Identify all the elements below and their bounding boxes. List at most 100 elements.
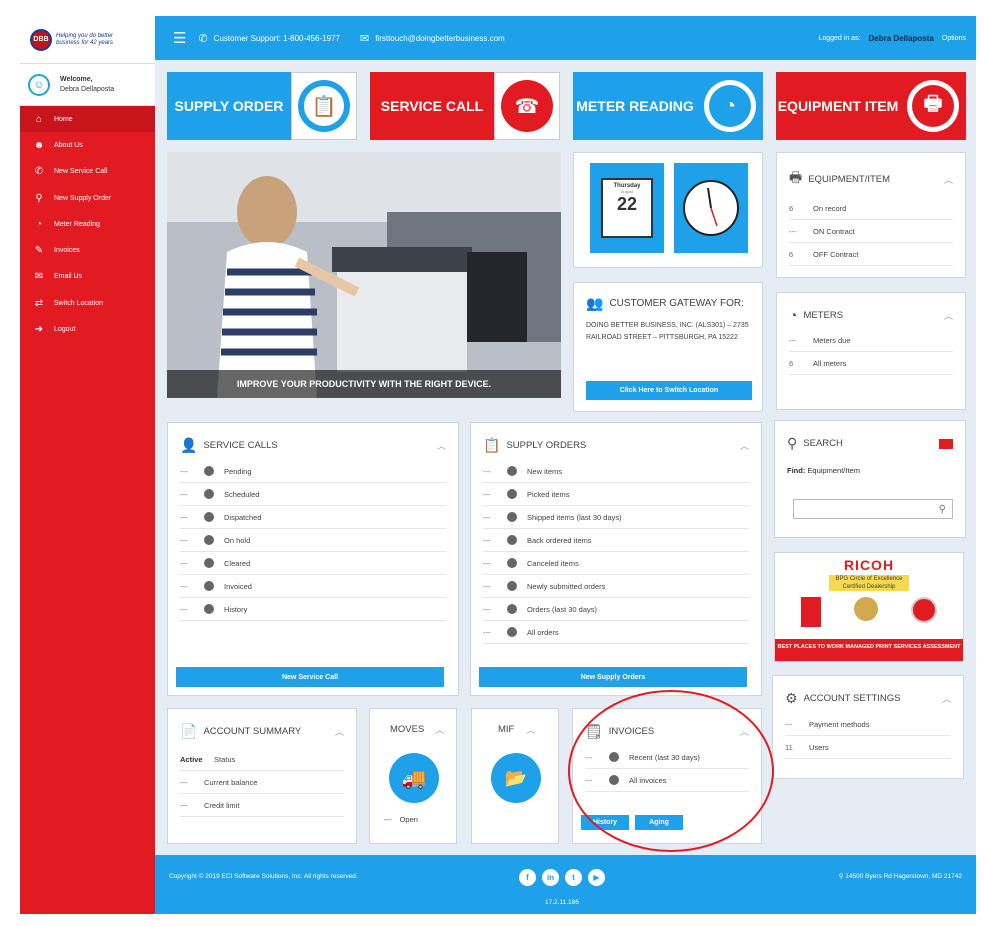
status-dot-icon: [204, 535, 214, 545]
list-item[interactable]: --- Dispatched: [180, 506, 446, 529]
list-item[interactable]: --- Back ordered items: [483, 529, 749, 552]
chevron-up-icon[interactable]: ︿: [335, 725, 344, 738]
list-item[interactable]: --- Current balance: [180, 771, 344, 794]
sidebar-item-about-us[interactable]: ☻ About Us: [20, 132, 155, 158]
sidebar-item-label: Home: [54, 115, 73, 123]
meter-reading-label: METER READING: [576, 98, 694, 114]
item-label: Canceled items: [527, 558, 579, 568]
social-icon[interactable]: in: [542, 869, 559, 886]
highlight-annotation: [568, 690, 774, 852]
meters-card: ◔ METERS ︿ --- Meters due 6 All meters: [776, 292, 966, 410]
supply-order-label: SUPPLY ORDER: [174, 98, 284, 114]
list-item[interactable]: 6 All meters: [789, 352, 953, 375]
list-item[interactable]: --- History: [180, 598, 446, 621]
status-dot-icon: [204, 466, 214, 476]
item-label: Pending: [224, 466, 252, 476]
sidebar-item-invoices[interactable]: ✎ Invoices: [20, 237, 155, 263]
folder-icon[interactable]: 📂: [491, 753, 541, 803]
list-item[interactable]: --- Pending: [180, 460, 446, 483]
item-label: ON Contract: [813, 226, 855, 236]
hamburger-menu-icon[interactable]: ☰: [173, 29, 186, 47]
list-item[interactable]: --- On hold: [180, 529, 446, 552]
support-phone[interactable]: Customer Support: 1-800-456-1977: [214, 34, 340, 43]
chevron-up-icon[interactable]: ︿: [944, 309, 953, 322]
list-item[interactable]: 11 Users: [785, 736, 951, 759]
chevron-up-icon[interactable]: ︿: [435, 723, 444, 736]
welcome-label: Welcome,: [60, 75, 93, 83]
search-card: ⚲ SEARCH Find: Equipment/Item ⚲: [774, 420, 966, 538]
list-item[interactable]: 6 OFF Contract: [789, 243, 953, 266]
sidebar-item-email-us[interactable]: ✉ Email Us: [20, 264, 155, 290]
award-badge-icon: [801, 597, 822, 627]
status-dot-icon: [507, 512, 517, 522]
list-item[interactable]: --- Cleared: [180, 552, 446, 575]
equipment-item-tile[interactable]: EQUIPMENT ITEM 🖶: [776, 72, 966, 140]
list-item[interactable]: --- Picked items: [483, 483, 749, 506]
chevron-up-icon[interactable]: ︿: [944, 173, 953, 186]
status-dot-icon: [204, 489, 214, 499]
chevron-up-icon[interactable]: ︿: [526, 723, 535, 736]
support-email[interactable]: firsttouch@doingbetterbusiness.com: [375, 34, 505, 43]
list-item[interactable]: --- Shipped items (last 30 days): [483, 506, 749, 529]
supply-order-tile[interactable]: SUPPLY ORDER 📋: [167, 72, 357, 140]
list-item[interactable]: --- New items: [483, 460, 749, 483]
award-seal-icon: [910, 597, 937, 623]
search-icon[interactable]: ⚲: [939, 504, 946, 515]
logout-icon: ➜: [34, 324, 44, 336]
item-count: ---: [483, 581, 491, 591]
list-item[interactable]: --- Meters due: [789, 329, 953, 352]
service-call-tile[interactable]: SERVICE CALL ☎: [370, 72, 560, 140]
social-icon[interactable]: f: [519, 869, 536, 886]
status-dot-icon: [204, 604, 214, 614]
sidebar-item-new-service-call[interactable]: ✆ New Service Call: [20, 159, 155, 185]
sidebar-item-switch-location[interactable]: ⇄ Switch Location: [20, 290, 155, 316]
mif-title: MIF: [498, 724, 515, 735]
printer-icon: 🖶: [912, 85, 954, 127]
list-item[interactable]: --- Scheduled: [180, 483, 446, 506]
avatar-icon: ☺: [28, 73, 50, 96]
list-item[interactable]: --- Canceled items: [483, 552, 749, 575]
item-count: ---: [785, 719, 793, 729]
new-supply-orders-button[interactable]: New Supply Orders: [479, 667, 747, 687]
logo[interactable]: DBB Helping you do better business for 4…: [20, 16, 155, 64]
new-service-call-button[interactable]: New Service Call: [176, 667, 444, 687]
main-content: SUPPLY ORDER 📋 SERVICE CALL ☎ METER READ…: [155, 60, 976, 855]
gateway-address: DOING BETTER BUSINESS, INC. (ALS301) – 2…: [586, 322, 749, 341]
moves-open-label: Open: [399, 815, 418, 824]
gateway-title: CUSTOMER GATEWAY FOR:: [609, 298, 744, 309]
status-dot-icon: [507, 489, 517, 499]
sidebar-item-label: New Supply Order: [54, 194, 112, 202]
search-input[interactable]: ⚲: [793, 499, 953, 519]
meter-reading-tile[interactable]: METER READING ◔: [573, 72, 763, 140]
list-item[interactable]: --- Invoiced: [180, 575, 446, 598]
list-item[interactable]: --- ON Contract: [789, 220, 953, 243]
item-count: ---: [483, 604, 491, 614]
list-item[interactable]: --- Orders (last 30 days): [483, 598, 749, 621]
status-dot-icon: [204, 558, 214, 568]
chevron-up-icon[interactable]: ︿: [437, 439, 446, 452]
switch-location-button[interactable]: Click Here to Switch Location: [586, 381, 752, 400]
status-dot-icon: [507, 466, 517, 476]
chevron-up-icon[interactable]: ︿: [942, 692, 951, 705]
social-icon[interactable]: t: [565, 869, 582, 886]
sidebar-item-meter-reading[interactable]: ◔ Meter Reading: [20, 211, 155, 237]
list-item[interactable]: --- All orders: [483, 621, 749, 644]
truck-icon[interactable]: 🚚: [389, 753, 439, 803]
list-item[interactable]: 6 On record: [789, 197, 953, 220]
status-dot-icon: [507, 581, 517, 591]
options-link[interactable]: Options: [942, 35, 966, 42]
office-photo: [167, 152, 561, 398]
chevron-up-icon[interactable]: ︿: [740, 439, 749, 452]
social-icon[interactable]: ▶: [588, 869, 605, 886]
item-label: Newly submitted orders: [527, 581, 606, 591]
sidebar-item-label: Logout: [54, 326, 76, 334]
sidebar-item-logout[interactable]: ➜ Logout: [20, 316, 155, 342]
list-item[interactable]: --- Payment methods: [785, 713, 951, 736]
sidebar-item-home[interactable]: ⌂ Home: [20, 106, 155, 133]
sidebar-item-new-supply-order[interactable]: ⚲ New Supply Order: [20, 185, 155, 211]
item-label: Orders (last 30 days): [527, 604, 598, 614]
item-label: Cleared: [224, 558, 251, 568]
minimize-icon[interactable]: [939, 438, 953, 449]
list-item[interactable]: --- Credit limit: [180, 794, 344, 817]
list-item[interactable]: --- Newly submitted orders: [483, 575, 749, 598]
